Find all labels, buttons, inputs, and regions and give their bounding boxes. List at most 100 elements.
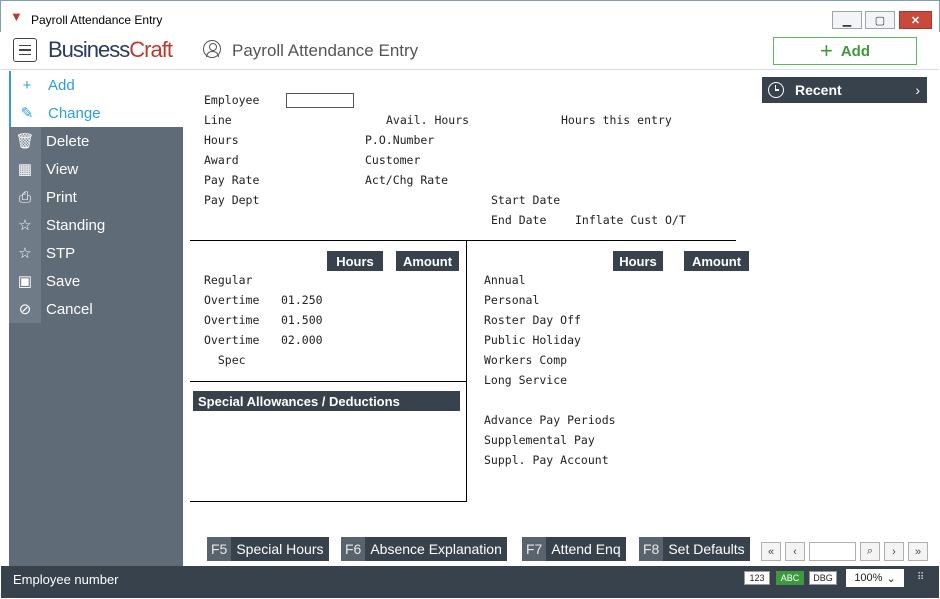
list-item-label: Roster Day Off <box>484 313 581 327</box>
po-number-label: P.O.Number <box>365 133 435 147</box>
plus-icon: + <box>11 71 43 99</box>
zoom-value: 100% <box>854 572 883 584</box>
start-date-label: Start Date <box>491 193 561 207</box>
window-title: Payroll Attendance Entry <box>31 13 163 27</box>
sidebar-item-view[interactable]: ▦ View <box>9 155 183 183</box>
save-icon: ▣ <box>9 267 41 295</box>
fkey-action: Special Hours <box>236 541 324 557</box>
search-button[interactable]: ⌕ <box>860 542 880 561</box>
star-icon: ☆ <box>9 239 41 267</box>
list-item-label: Public Holiday <box>484 333 581 347</box>
close-button[interactable]: ✕ <box>899 11 932 29</box>
search-icon: ⌕ <box>866 545 874 557</box>
chevron-down-icon: ⌄ <box>886 572 896 585</box>
employee-label: Employee <box>204 93 260 107</box>
amount-column-header: Amount <box>684 251 749 271</box>
table-icon: ▦ <box>9 155 41 183</box>
list-item-label: Regular <box>204 273 253 287</box>
double-chevron-right-icon: » <box>914 545 922 558</box>
sidebar-item-add[interactable]: + Add <box>9 71 183 99</box>
divider <box>466 241 467 502</box>
chevron-right-icon: › <box>915 82 920 98</box>
user-icon <box>203 40 221 58</box>
numeric-mode-badge: 123 <box>744 571 770 585</box>
close-icon: ✕ <box>910 14 921 27</box>
list-item-label: Spec <box>204 353 246 367</box>
sidebar-item-save[interactable]: ▣ Save <box>9 267 183 295</box>
hours-column-header: Hours <box>613 251 663 271</box>
fkey-action: Attend Enq <box>551 541 621 557</box>
maximize-button[interactable]: ▢ <box>865 11 895 29</box>
sidebar-item-change[interactable]: ✎ Change <box>9 99 183 127</box>
employee-input[interactable] <box>286 93 354 108</box>
minimize-button[interactable]: ▁ <box>832 11 862 29</box>
printer-icon: ⎙ <box>9 183 41 211</box>
overtime-rate: 02.000 <box>281 333 323 347</box>
menu-icon[interactable] <box>13 38 37 62</box>
line-label: Line <box>204 113 232 127</box>
trash-icon: 🗑 <box>9 127 41 155</box>
hours-this-entry-label: Hours this entry <box>561 113 672 127</box>
logo: BusinessCraft <box>48 37 173 62</box>
star-icon: ☆ <box>9 211 41 239</box>
act-chg-rate-label: Act/Chg Rate <box>365 173 449 187</box>
chevron-right-icon: › <box>892 545 896 558</box>
divider <box>190 381 467 382</box>
abc-mode-badge: ABC <box>776 571 804 585</box>
sidebar-item-standing[interactable]: ☆ Standing <box>9 211 183 239</box>
overtime-rate: 01.500 <box>281 313 323 327</box>
overtime-rate: 01.250 <box>281 293 323 307</box>
fkey-label: F6 <box>341 537 366 561</box>
f5-special-hours-button[interactable]: F5 Special Hours <box>207 537 329 561</box>
status-message: Employee number <box>13 572 119 587</box>
add-button-label: Add <box>840 42 871 60</box>
add-button[interactable]: + Add <box>773 37 917 65</box>
sidebar-item-cancel[interactable]: ⊘ Cancel <box>9 295 183 323</box>
list-item-label: Annual <box>484 273 526 287</box>
app-icon: ▼ <box>10 9 23 24</box>
page-title: Payroll Attendance Entry <box>232 41 419 60</box>
sidebar-item-stp[interactable]: ☆ STP <box>9 239 183 267</box>
divider <box>190 501 467 502</box>
edit-icon: ✎ <box>11 99 43 127</box>
fkey-action: Absence Explanation <box>370 541 502 557</box>
last-page-button[interactable]: » <box>908 542 928 561</box>
f8-set-defaults-button[interactable]: F8 Set Defaults <box>639 537 750 561</box>
avail-hours-label: Avail. Hours <box>386 113 470 127</box>
maximize-icon: ▢ <box>874 14 886 27</box>
list-item-label: Overtime <box>204 293 260 307</box>
sidebar-item-print[interactable]: ⎙ Print <box>9 183 183 211</box>
end-date-label: End Date <box>491 213 547 227</box>
first-page-button[interactable]: « <box>761 542 781 561</box>
fkey-label: F8 <box>639 537 664 561</box>
debug-badge: DBG <box>809 571 837 585</box>
zoom-select[interactable]: 100% ⌄ <box>846 569 904 587</box>
clock-icon <box>768 82 784 98</box>
recent-panel-header[interactable]: Recent › <box>762 77 927 103</box>
amount-column-header: Amount <box>396 251 459 271</box>
f6-absence-explanation-button[interactable]: F6 Absence Explanation <box>341 537 507 561</box>
f7-attend-enq-button[interactable]: F7 Attend Enq <box>522 537 626 561</box>
list-item-label: Overtime <box>204 333 260 347</box>
list-item-label: Workers Comp <box>484 353 568 367</box>
page-input[interactable] <box>809 542 856 561</box>
right-panel <box>755 71 939 566</box>
sidebar: + Add ✎ Change 🗑 Delete ▦ View ⎙ Print ☆ Stand… <box>9 71 183 566</box>
award-label: Award <box>204 153 239 167</box>
prev-page-button[interactable]: ‹ <box>785 542 805 561</box>
sidebar-item-delete[interactable]: 🗑 Delete <box>9 127 183 155</box>
pay-dept-label: Pay Dept <box>204 193 260 207</box>
window-titlebar: ▼ Payroll Attendance Entry ▁ ▢ ✕ <box>0 0 940 32</box>
next-page-button[interactable]: › <box>884 542 904 561</box>
list-item-label: Supplemental Pay <box>484 433 595 447</box>
list-item-label: Personal <box>484 293 540 307</box>
inflate-cust-label: Inflate Cust O/T <box>575 213 686 227</box>
divider <box>190 240 736 241</box>
fkey-action: Set Defaults <box>668 541 745 557</box>
fkey-label: F7 <box>522 537 547 561</box>
attendance-form: Employee Line Avail. Hours Hours this en… <box>183 71 755 566</box>
allowances-header: Special Allowances / Deductions <box>193 391 460 411</box>
app-header: BusinessCraft Payroll Attendance Entry +… <box>1 32 939 70</box>
customer-label: Customer <box>365 153 421 167</box>
resize-grip-icon[interactable]: ⠿ <box>917 572 924 583</box>
